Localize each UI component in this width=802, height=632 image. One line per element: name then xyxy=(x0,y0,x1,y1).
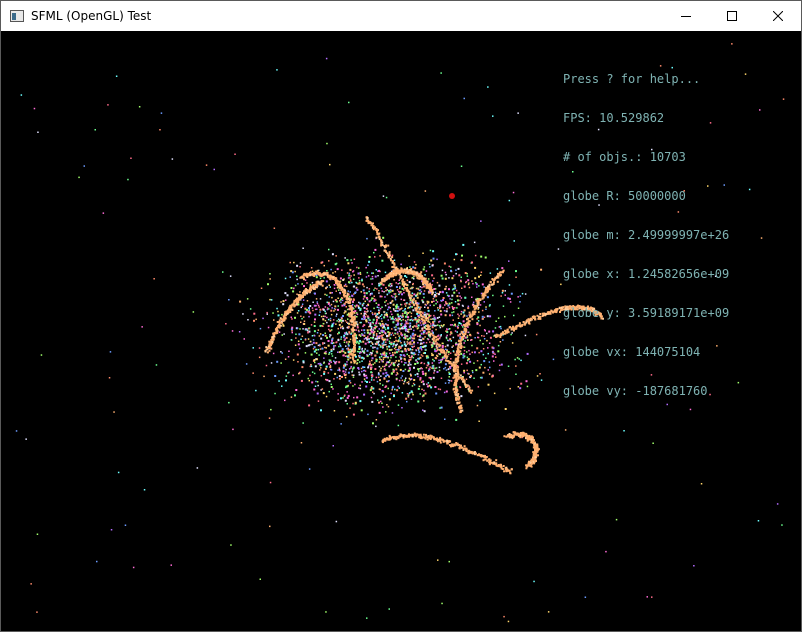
window-controls xyxy=(663,1,801,31)
hud-overlay: Press ? for help... FPS: 10.529862 # of … xyxy=(563,47,729,424)
close-button[interactable] xyxy=(755,1,801,31)
app-window: SFML (OpenGL) Test Press ? for help... F… xyxy=(0,0,802,632)
minimize-button[interactable] xyxy=(663,1,709,31)
hud-help: Press ? for help... xyxy=(563,72,701,86)
hud-globe-y: globe y: 3.59189171e+09 xyxy=(563,306,730,320)
maximize-icon xyxy=(727,11,737,21)
close-icon xyxy=(773,11,783,21)
hud-globe-mass: globe m: 2.49999997e+26 xyxy=(563,228,730,242)
maximize-button[interactable] xyxy=(709,1,755,31)
hud-globe-vx: globe vx: 144075104 xyxy=(563,345,701,359)
globe-marker xyxy=(449,193,455,199)
hud-object-count: # of objs.: 10703 xyxy=(563,150,686,164)
hud-globe-radius: globe R: 50000000 xyxy=(563,189,686,203)
hud-globe-x: globe x: 1.24582656e+09 xyxy=(563,267,730,281)
simulation-canvas[interactable]: Press ? for help... FPS: 10.529862 # of … xyxy=(1,31,801,631)
app-window-icon xyxy=(9,8,25,24)
hud-globe-vy: globe vy: -187681760 xyxy=(563,384,708,398)
window-title: SFML (OpenGL) Test xyxy=(31,9,152,23)
title-bar[interactable]: SFML (OpenGL) Test xyxy=(1,1,801,31)
hud-fps: FPS: 10.529862 xyxy=(563,111,665,125)
minimize-icon xyxy=(681,16,691,17)
